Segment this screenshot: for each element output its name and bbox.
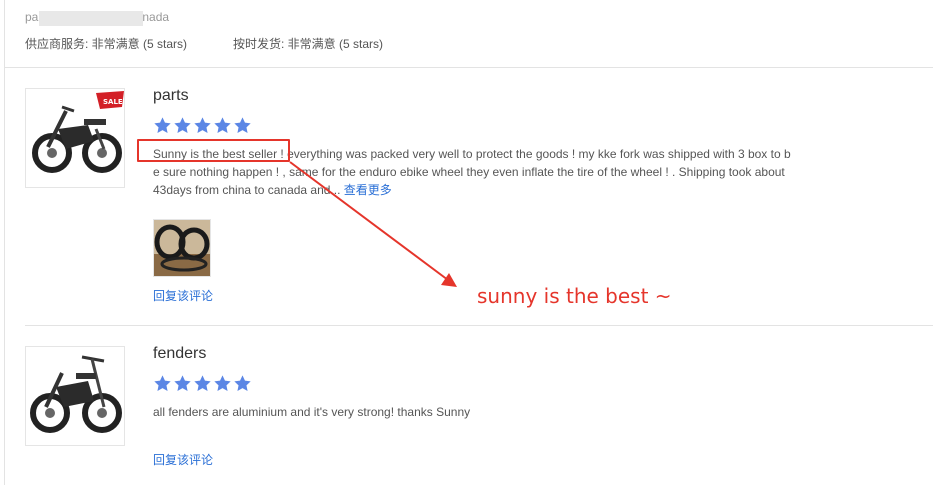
star-icon (154, 375, 171, 391)
divider (25, 325, 933, 326)
buyer-name: pa nada (25, 10, 170, 26)
star-icon (194, 117, 211, 133)
product-title[interactable]: parts (153, 87, 189, 105)
star-icon (214, 117, 231, 133)
redacted-name-mask (39, 11, 143, 26)
supplier-service-rating: 供应商服务: 非常满意 (5 stars) (25, 37, 188, 51)
product-title[interactable]: fenders (153, 345, 206, 363)
review-line-3: 43days from china to canada and... (153, 183, 341, 197)
buyer-name-suffix: nada (142, 10, 170, 24)
see-more-link[interactable]: 查看更多 (344, 183, 392, 197)
star-icon (214, 375, 231, 391)
review-text: all fenders are aluminium and it's very … (153, 405, 471, 419)
star-icon (174, 375, 191, 391)
buyer-header: pa nada (25, 8, 169, 26)
star-rating (153, 374, 253, 394)
product-thumbnail-ebike[interactable]: SALE (25, 88, 125, 188)
ebike-image-icon: SALE (26, 89, 124, 187)
annotation-text: sunny is the best ~ (477, 284, 672, 308)
reply-review-link[interactable]: 回复该评论 (153, 287, 213, 304)
product-thumbnail-ebike[interactable] (25, 346, 125, 446)
shipping-rating: 按时发货: 非常满意 (5 stars) (233, 37, 384, 51)
star-rating (153, 116, 253, 136)
buyer-name-prefix: pa (25, 10, 39, 24)
star-icon (234, 117, 251, 133)
tires-photo-icon (154, 220, 210, 276)
review-photo-tires[interactable] (153, 219, 211, 277)
star-icon (194, 375, 211, 391)
reply-review-link[interactable]: 回复该评论 (153, 451, 213, 468)
star-icon (154, 117, 171, 133)
highlight-box (137, 139, 290, 162)
star-icon (174, 117, 191, 133)
ebike-image-icon (26, 347, 124, 445)
star-icon (234, 375, 251, 391)
review-line-1: everything was packed very well to prote… (283, 147, 791, 161)
review-line-2: e sure nothing happen ! , same for the e… (153, 165, 785, 179)
sale-badge-text: SALE (103, 98, 123, 106)
divider (4, 67, 933, 68)
